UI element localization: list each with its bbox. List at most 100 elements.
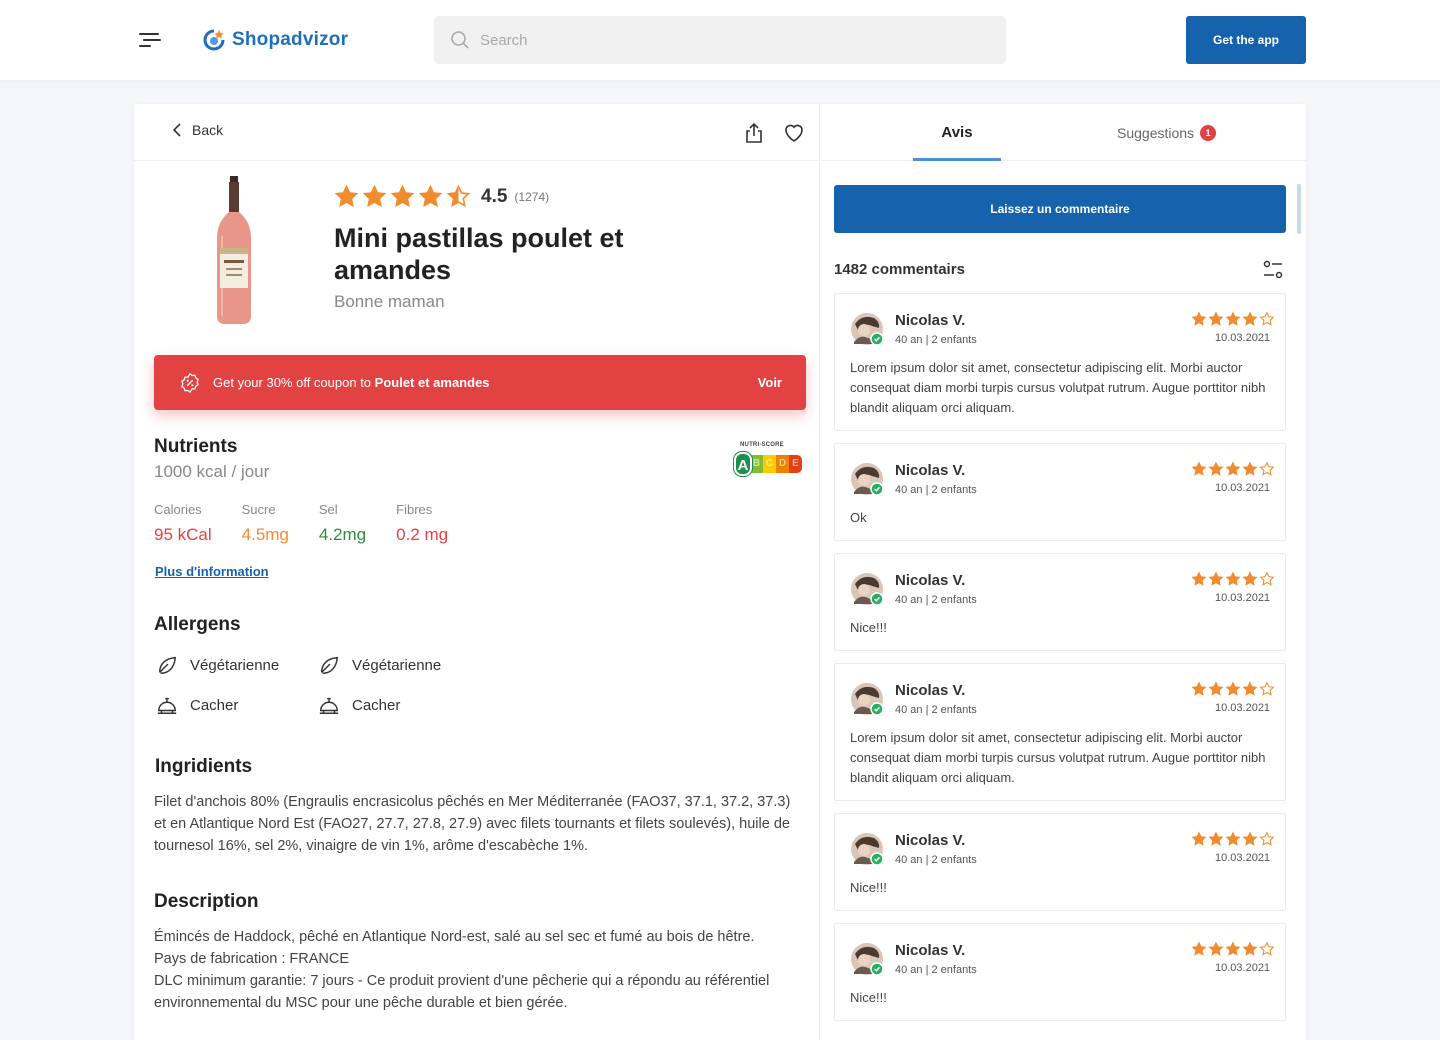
back-button[interactable]: Back [172, 122, 223, 138]
review-text: Nice!!! [850, 990, 887, 1005]
review-text: Nice!!! [850, 620, 887, 635]
description-line: Pays de fabrication : FRANCE [154, 951, 350, 967]
nutrients-subtitle: 1000 kcal / jour [154, 462, 270, 481]
avatar[interactable] [850, 462, 884, 496]
star-half-icon [446, 184, 471, 208]
ingredients-title: Ingridients [155, 756, 253, 777]
review-card: Nicolas V. 40 an | 2 enfants 10.03.2021 Ok [834, 443, 1286, 541]
nutrient-values: Calories 95 kCal Sucre 4.5mg Sel 4.2mg Fibres 0… [154, 502, 478, 545]
star-outline-icon [1259, 681, 1275, 696]
star-icon [1242, 571, 1258, 586]
menu-icon[interactable] [137, 30, 163, 50]
coupon-banner[interactable]: Get your 30% off coupon to Poulet et ama… [154, 355, 806, 410]
nutrient-value: 0.2 mg [396, 525, 449, 544]
more-information-link[interactable]: Plus d'information [155, 564, 269, 579]
search-icon [451, 31, 469, 49]
scrollbar[interactable] [1297, 184, 1301, 234]
star-icon [1225, 831, 1241, 846]
reviewer-meta: 40 an | 2 enfants [895, 854, 977, 866]
rating-stars [334, 184, 471, 209]
tab-suggestions[interactable]: Suggestions 1 [1117, 104, 1217, 161]
nutrient-sucre: Sucre 4.5mg [242, 502, 289, 545]
search-input[interactable] [480, 31, 980, 49]
review-card: Nicolas V. 40 an | 2 enfants 10.03.2021 Nic… [834, 923, 1286, 1021]
star-outline-icon [1259, 311, 1275, 326]
review-stars [1191, 941, 1275, 957]
share-icon[interactable] [742, 121, 766, 145]
star-icon [1191, 571, 1207, 586]
description-text: Émincés de Haddock, pêché en Atlantique … [154, 926, 794, 1014]
tab-avis[interactable]: Avis [913, 104, 1001, 161]
product-details-panel: Back 4.5 (1274) Mini pastillas poulet et… [134, 104, 820, 1040]
nutri-score-letter: D [776, 455, 789, 473]
star-icon [1191, 681, 1207, 696]
review-date: 10.03.2021 [1215, 702, 1271, 714]
product-card: Back 4.5 (1274) Mini pastillas poulet et… [134, 104, 1306, 1040]
nutrient-label: Fibres [396, 502, 433, 517]
review-text: Ok [850, 510, 867, 525]
reviewer-name[interactable]: Nicolas V. [895, 942, 965, 959]
star-outline-icon [1259, 941, 1275, 956]
star-icon [1208, 831, 1224, 846]
star-outline-icon [1259, 571, 1275, 586]
tab-suggestions-label: Suggestions [1117, 124, 1195, 141]
reviewer-name[interactable]: Nicolas V. [895, 682, 965, 699]
nutri-score-letter: E [789, 455, 802, 473]
avatar[interactable] [850, 942, 884, 976]
nutrient-value: 4.2mg [318, 525, 367, 544]
reviewer-name[interactable]: Nicolas V. [895, 832, 965, 849]
star-icon [1191, 831, 1207, 846]
star-icon [362, 184, 387, 208]
star-icon [1242, 941, 1258, 956]
description-line: DLC minimum garantie: 7 jours - Ce produ… [154, 973, 770, 1011]
logo[interactable]: Shopadvizor [202, 26, 348, 54]
reviewer-meta: 40 an | 2 enfants [895, 594, 977, 606]
star-icon [1242, 831, 1258, 846]
top-bar: Shopadvizor Get the app [0, 0, 1440, 80]
review-date: 10.03.2021 [1215, 482, 1271, 494]
coupon-voir-button[interactable]: Voir [758, 375, 782, 390]
star-outline-icon [1259, 831, 1275, 846]
review-card: Nicolas V. 40 an | 2 enfants 10.03.2021 Nic… [834, 553, 1286, 651]
reviewer-meta: 40 an | 2 enfants [895, 704, 977, 716]
nutri-score-scale: ABCDE [734, 452, 804, 476]
star-icon [418, 184, 443, 208]
avatar[interactable] [850, 312, 884, 346]
reviewer-name[interactable]: Nicolas V. [895, 462, 965, 479]
coupon-text: Get your 30% off coupon to Poulet et ama… [213, 375, 490, 390]
review-stars [1191, 681, 1275, 697]
logo-text: Shopadvizor [232, 29, 349, 50]
star-icon [1208, 571, 1224, 586]
nutrient-label: Sel [318, 502, 338, 517]
avatar[interactable] [850, 832, 884, 866]
discount-badge-icon [181, 372, 199, 393]
cloche-icon [157, 697, 177, 714]
cloche-icon [319, 697, 339, 714]
back-label: Back [192, 122, 224, 138]
review-stars [1191, 311, 1275, 327]
product-rating: 4.5 (1274) [334, 184, 549, 209]
allergen-label: Végétarienne [190, 656, 280, 674]
search-bar[interactable] [434, 16, 1006, 64]
reviewer-name[interactable]: Nicolas V. [895, 312, 965, 329]
reviewer-meta: 40 an | 2 enfants [895, 484, 977, 496]
avatar[interactable] [850, 572, 884, 606]
get-app-button[interactable]: Get the app [1186, 16, 1306, 64]
review-text: Nice!!! [850, 880, 887, 895]
reviews-tabs: Avis Suggestions 1 [821, 104, 1306, 161]
heart-icon[interactable] [782, 121, 806, 145]
review-text: Lorem ipsum dolor sit amet, consectetur … [850, 360, 1266, 415]
star-icon [334, 184, 359, 208]
star-icon [1242, 311, 1258, 326]
filter-icon[interactable] [1261, 258, 1285, 282]
allergen-item: Végétarienne [318, 654, 441, 676]
allergen-label: Végétarienne [352, 656, 442, 674]
leaf-icon [158, 656, 177, 674]
logo-icon [203, 29, 225, 51]
nutrient-fibres: Fibres 0.2 mg [396, 502, 448, 545]
nutri-score-letter: C [763, 455, 776, 473]
avatar[interactable] [850, 682, 884, 716]
reviewer-name[interactable]: Nicolas V. [895, 572, 965, 589]
leave-comment-button[interactable]: Laissez un commentaire [834, 185, 1286, 233]
reviewer-meta: 40 an | 2 enfants [895, 334, 977, 346]
